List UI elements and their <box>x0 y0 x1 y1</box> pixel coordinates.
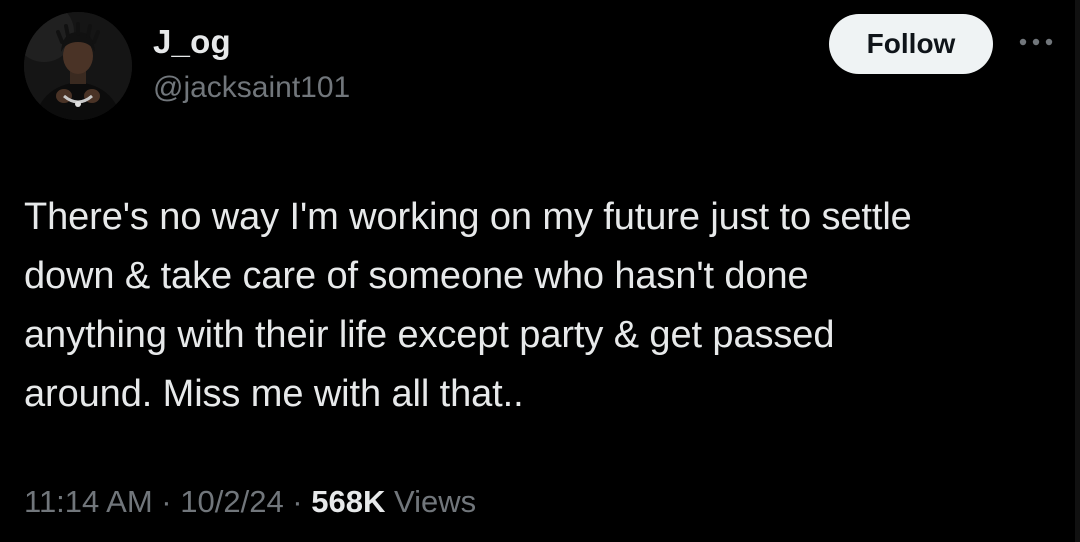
follow-button[interactable]: Follow <box>829 14 993 74</box>
display-name[interactable]: J_og <box>153 22 350 62</box>
views-count: 568K <box>311 484 386 519</box>
avatar[interactable] <box>24 12 132 120</box>
tweet-meta: 11:14 AM · 10/2/24 · 568K Views <box>24 482 476 522</box>
tweet-time[interactable]: 11:14 AM <box>24 484 153 519</box>
meta-separator: · <box>152 484 181 519</box>
tweet-date[interactable]: 10/2/24 <box>180 484 283 519</box>
tweet-card: J_og @jacksaint101 Follow There's no way… <box>0 0 1080 542</box>
tweet-text: There's no way I'm working on my future … <box>24 196 912 415</box>
avatar-image <box>24 12 132 120</box>
views-label: Views <box>385 484 477 519</box>
more-horizontal-icon[interactable] <box>1015 30 1057 54</box>
meta-separator: · <box>283 484 312 519</box>
screen-edge <box>1075 0 1080 542</box>
user-handle[interactable]: @jacksaint101 <box>153 68 350 108</box>
user-info: J_og @jacksaint101 <box>153 22 350 108</box>
